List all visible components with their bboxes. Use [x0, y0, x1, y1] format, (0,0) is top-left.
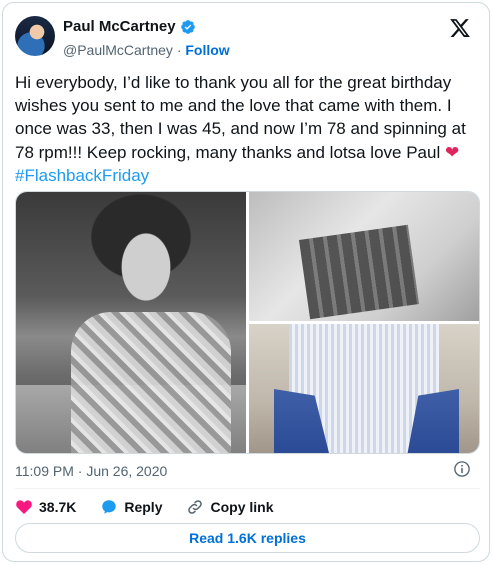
tweet-text: Hi everybody, I’d like to thank you all …	[15, 71, 483, 187]
separator: ·	[176, 42, 182, 58]
like-count: 38.7K	[39, 499, 77, 515]
timestamp[interactable]: 11:09 PM · Jun 26, 2020	[15, 462, 167, 480]
photo-tshirt[interactable]	[249, 192, 479, 321]
reply-button[interactable]: Reply	[100, 498, 162, 516]
copy-link-label: Copy link	[210, 499, 274, 515]
tweet-card[interactable]: Paul McCartney @PaulMcCartney · Follow H…	[2, 2, 490, 562]
like-button[interactable]: 38.7K	[15, 498, 76, 516]
author-handle[interactable]: @PaulMcCartney	[63, 42, 173, 58]
author-name[interactable]: Paul McCartney	[63, 18, 176, 36]
handle-row: @PaulMcCartney · Follow	[63, 41, 230, 59]
verified-badge-icon	[180, 20, 195, 34]
photo-blue-shirt[interactable]	[249, 324, 479, 453]
media-grid[interactable]	[15, 191, 480, 454]
copy-link-button[interactable]: Copy link	[186, 498, 274, 516]
photo-shirt	[71, 312, 231, 453]
hashtag-link[interactable]: #FlashbackFriday	[15, 166, 149, 185]
x-logo-icon[interactable]	[449, 17, 471, 39]
author-name-row[interactable]: Paul McCartney	[63, 18, 196, 36]
divider	[15, 488, 480, 489]
action-bar: 38.7K Reply Copy link	[15, 496, 298, 518]
photo-tshirt-print	[298, 224, 420, 320]
info-icon[interactable]	[453, 460, 471, 478]
heart-icon	[16, 500, 32, 514]
follow-button[interactable]: Follow	[185, 42, 229, 58]
tweet-body: Hi everybody, I’d like to thank you all …	[15, 73, 466, 162]
read-replies-label: Read 1.6K replies	[189, 530, 306, 546]
reply-icon	[102, 500, 117, 514]
reply-label: Reply	[124, 499, 163, 515]
photo-portrait[interactable]	[16, 192, 246, 453]
read-replies-button[interactable]: Read 1.6K replies	[15, 523, 480, 553]
link-icon	[188, 500, 203, 514]
heart-emoji: ❤	[444, 142, 460, 162]
avatar[interactable]	[15, 16, 55, 56]
